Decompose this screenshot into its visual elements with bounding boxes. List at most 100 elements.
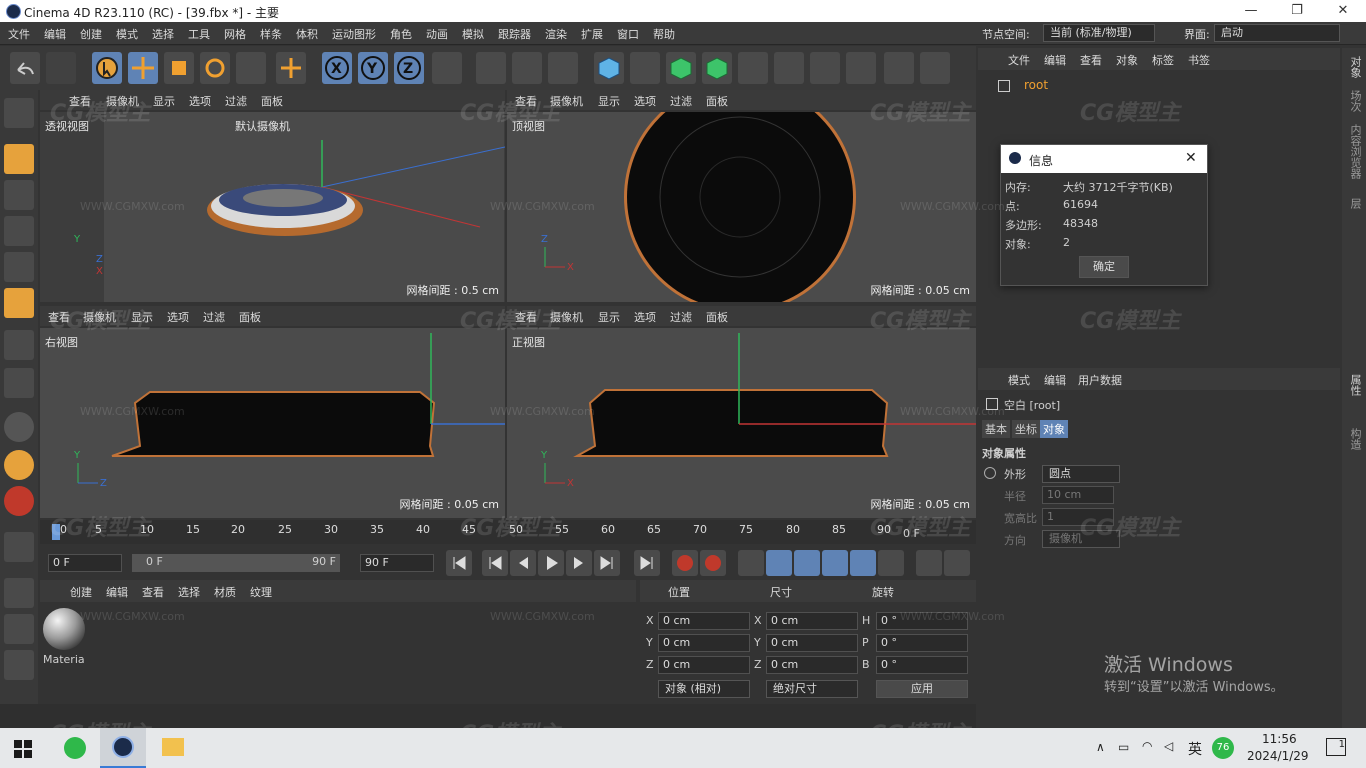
size-z-field[interactable]: 0 cm bbox=[766, 656, 858, 674]
solo-icon[interactable] bbox=[4, 486, 34, 516]
z-axis-icon[interactable]: Z bbox=[394, 52, 424, 84]
menu-render[interactable]: 渲染 bbox=[545, 26, 567, 42]
next-frame-icon[interactable] bbox=[566, 550, 592, 576]
film-icon[interactable] bbox=[944, 550, 970, 576]
tab-basic[interactable]: 基本 bbox=[982, 420, 1010, 438]
root-object-item[interactable]: root bbox=[1024, 78, 1048, 92]
size-x-field[interactable]: 0 cm bbox=[766, 612, 858, 630]
menu-tracker[interactable]: 跟踪器 bbox=[498, 26, 531, 42]
vp1-menu-options[interactable]: 选项 bbox=[189, 93, 211, 109]
security-badge[interactable]: 76 bbox=[1212, 737, 1234, 759]
file-explorer-icon[interactable] bbox=[162, 738, 184, 756]
vp2-menu-panel[interactable]: 面板 bbox=[706, 93, 728, 109]
camera-icon[interactable] bbox=[920, 52, 950, 84]
snap-settings-icon[interactable] bbox=[4, 450, 34, 480]
goto-start-icon[interactable] bbox=[446, 550, 472, 576]
points-mode-icon[interactable] bbox=[4, 216, 34, 246]
notification-icon[interactable]: 1 bbox=[1326, 738, 1346, 756]
coordinate-icon[interactable] bbox=[276, 52, 306, 84]
battery-icon[interactable]: ▭ bbox=[1118, 740, 1129, 754]
pos-z-field[interactable]: 0 cm bbox=[658, 656, 750, 674]
vp4-menu-display[interactable]: 显示 bbox=[598, 309, 620, 325]
key-parameter-icon[interactable] bbox=[850, 550, 876, 576]
node-space-dropdown[interactable]: 当前 (标准/物理) bbox=[1043, 24, 1155, 42]
scale-icon[interactable] bbox=[164, 52, 194, 84]
vp4-menu-panel[interactable]: 面板 bbox=[706, 309, 728, 325]
om-menu-tags[interactable]: 标签 bbox=[1152, 52, 1174, 68]
key-rotation-icon[interactable] bbox=[822, 550, 848, 576]
rot-p-field[interactable]: 0 ° bbox=[876, 634, 968, 652]
ok-button[interactable]: 确定 bbox=[1079, 256, 1129, 278]
menu-help[interactable]: 帮助 bbox=[653, 26, 675, 42]
render-settings-icon[interactable] bbox=[548, 52, 578, 84]
om-menu-file[interactable]: 文件 bbox=[1008, 52, 1030, 68]
current-frame-field[interactable]: 0 F bbox=[48, 554, 122, 572]
rotate-icon[interactable] bbox=[200, 52, 230, 84]
prev-frame-icon[interactable] bbox=[510, 550, 536, 576]
vp3-menu-filter[interactable]: 过滤 bbox=[203, 309, 225, 325]
rot-b-field[interactable]: 0 ° bbox=[876, 656, 968, 674]
key-scale-icon[interactable] bbox=[794, 550, 820, 576]
key-position-icon[interactable] bbox=[766, 550, 792, 576]
am-menu-mode[interactable]: 模式 bbox=[1008, 372, 1030, 388]
vp3-menu-panel[interactable]: 面板 bbox=[239, 309, 261, 325]
prev-key-icon[interactable] bbox=[482, 550, 508, 576]
vp2-menu-display[interactable]: 显示 bbox=[598, 93, 620, 109]
pos-x-field[interactable]: 0 cm bbox=[658, 612, 750, 630]
side-tab-objects[interactable]: 对象 bbox=[1347, 56, 1363, 78]
wifi-icon[interactable]: ◠ bbox=[1142, 739, 1152, 753]
mm-menu-edit[interactable]: 编辑 bbox=[106, 584, 128, 600]
side-tab-takes[interactable]: 场次 bbox=[1347, 90, 1363, 112]
vp4-menu-options[interactable]: 选项 bbox=[634, 309, 656, 325]
menu-animate[interactable]: 动画 bbox=[426, 26, 448, 42]
coordinate-mode-dropdown[interactable]: 对象 (相对) bbox=[658, 680, 750, 698]
sound-icon[interactable] bbox=[916, 550, 942, 576]
render-view-icon[interactable] bbox=[476, 52, 506, 84]
menu-select[interactable]: 选择 bbox=[152, 26, 174, 42]
extrude-icon[interactable] bbox=[702, 52, 732, 84]
tab-object[interactable]: 对象 bbox=[1040, 420, 1068, 438]
tab-coordinates[interactable]: 坐标 bbox=[1012, 420, 1040, 438]
volume-icon[interactable]: ◁ bbox=[1164, 739, 1173, 753]
am-menu-userdata[interactable]: 用户数据 bbox=[1078, 372, 1122, 388]
mm-menu-create[interactable]: 创建 bbox=[70, 584, 92, 600]
menu-mesh[interactable]: 网格 bbox=[224, 26, 246, 42]
menu-window[interactable]: 窗口 bbox=[617, 26, 639, 42]
play-icon[interactable] bbox=[538, 550, 564, 576]
array-icon[interactable] bbox=[774, 52, 804, 84]
lock-workplane-icon[interactable] bbox=[4, 614, 34, 644]
om-menu-view[interactable]: 查看 bbox=[1080, 52, 1102, 68]
menu-volume[interactable]: 体积 bbox=[296, 26, 318, 42]
side-tab-layers[interactable]: 层 bbox=[1347, 198, 1363, 209]
cloner-icon[interactable] bbox=[738, 52, 768, 84]
magnet-icon[interactable] bbox=[4, 532, 34, 562]
move-icon[interactable] bbox=[128, 52, 158, 84]
size-mode-dropdown[interactable]: 绝对尺寸 bbox=[766, 680, 858, 698]
size-y-field[interactable]: 0 cm bbox=[766, 634, 858, 652]
grid-workplane-icon[interactable] bbox=[4, 650, 34, 680]
mm-menu-material[interactable]: 材质 bbox=[214, 584, 236, 600]
browser-icon[interactable] bbox=[64, 737, 86, 759]
close-icon[interactable]: ✕ bbox=[1185, 150, 1197, 166]
side-tab-attributes[interactable]: 属性 bbox=[1347, 374, 1363, 396]
menu-mograph[interactable]: 运动图形 bbox=[332, 26, 376, 42]
menu-spline[interactable]: 样条 bbox=[260, 26, 282, 42]
make-editable-icon[interactable] bbox=[4, 98, 34, 128]
field-icon[interactable] bbox=[846, 52, 876, 84]
vp2-menu-options[interactable]: 选项 bbox=[634, 93, 656, 109]
material-thumbnail[interactable] bbox=[43, 608, 85, 650]
menu-character[interactable]: 角色 bbox=[390, 26, 412, 42]
mm-menu-view[interactable]: 查看 bbox=[142, 584, 164, 600]
render-picture-viewer-icon[interactable] bbox=[512, 52, 542, 84]
polygons-mode-icon[interactable] bbox=[4, 288, 34, 318]
side-tab-content-browser[interactable]: 内容浏览器 bbox=[1347, 124, 1363, 179]
recent-tools-icon[interactable] bbox=[236, 52, 266, 84]
subdivision-icon[interactable] bbox=[666, 52, 696, 84]
floor-icon[interactable] bbox=[884, 52, 914, 84]
menu-tools[interactable]: 工具 bbox=[188, 26, 210, 42]
camera-label[interactable]: 默认摄像机 bbox=[235, 118, 290, 134]
y-axis-icon[interactable]: Y bbox=[358, 52, 388, 84]
object-coordinate-icon[interactable] bbox=[432, 52, 462, 84]
cinema4d-taskbar-button[interactable] bbox=[100, 728, 146, 768]
vp2-menu-filter[interactable]: 过滤 bbox=[670, 93, 692, 109]
